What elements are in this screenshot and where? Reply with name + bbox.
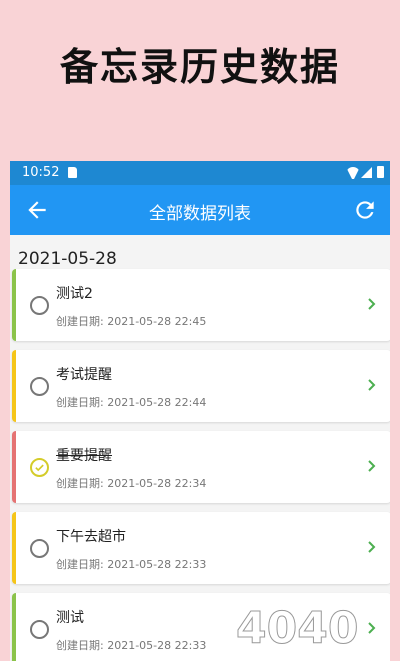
battery-icon xyxy=(377,166,384,178)
wifi-icon xyxy=(346,167,360,179)
refresh-icon[interactable] xyxy=(352,197,378,223)
chevron-right-icon xyxy=(368,541,376,553)
app-bar: 全部数据列表 xyxy=(10,185,390,235)
unchecked-circle-icon[interactable] xyxy=(30,377,49,396)
memo-created-date: 创建日期: 2021-05-28 22:33 xyxy=(56,639,207,652)
memo-created-date: 创建日期: 2021-05-28 22:34 xyxy=(56,477,207,490)
memo-card[interactable]: 考试提醒创建日期: 2021-05-28 22:44 xyxy=(12,350,390,422)
memo-title: 测试2 xyxy=(56,286,93,302)
watermark-text: 4040 xyxy=(236,603,358,651)
chevron-right-icon xyxy=(368,298,376,310)
watermark-logo: 4040 xyxy=(236,603,359,651)
memo-card[interactable]: 重要提醒创建日期: 2021-05-28 22:34 xyxy=(12,431,390,503)
chevron-right-icon xyxy=(368,379,376,391)
memo-created-date: 创建日期: 2021-05-28 22:33 xyxy=(56,558,207,571)
memo-title: 重要提醒 xyxy=(56,448,112,464)
date-group-header: 2021-05-28 xyxy=(18,249,117,269)
memo-title: 考试提醒 xyxy=(56,367,112,383)
phone-screen: 10:52 全部数据列表 2021-05-28 测试2 创建日期: 2021-05… xyxy=(10,161,390,661)
status-bar: 10:52 xyxy=(10,161,390,185)
arrow-back-icon[interactable] xyxy=(24,197,50,223)
memo-created-date: 创建日期: 2021-05-28 22:45 xyxy=(56,315,207,328)
unchecked-circle-icon[interactable] xyxy=(30,296,49,315)
unchecked-circle-icon[interactable] xyxy=(30,539,49,558)
signal-icon xyxy=(361,167,372,178)
checked-circle-icon[interactable] xyxy=(30,458,49,477)
unchecked-circle-icon[interactable] xyxy=(30,620,49,639)
memo-title: 下午去超市 xyxy=(56,529,126,545)
chevron-right-icon xyxy=(368,460,376,472)
sd-card-icon xyxy=(68,167,77,178)
promo-title: 备忘录历史数据 xyxy=(59,45,340,89)
memo-card[interactable]: 下午去超市创建日期: 2021-05-28 22:33 xyxy=(12,512,390,584)
memo-created-date: 创建日期: 2021-05-28 22:44 xyxy=(56,396,207,409)
memo-list: 2021-05-28 测试2 创建日期: 2021-05-28 22:45 考试提醒… xyxy=(10,235,390,661)
page-title: 全部数据列表 xyxy=(149,204,251,224)
memo-title: 测试 xyxy=(56,610,84,626)
memo-card[interactable]: 测试2 创建日期: 2021-05-28 22:45 xyxy=(12,269,390,341)
status-time: 10:52 xyxy=(22,165,60,180)
